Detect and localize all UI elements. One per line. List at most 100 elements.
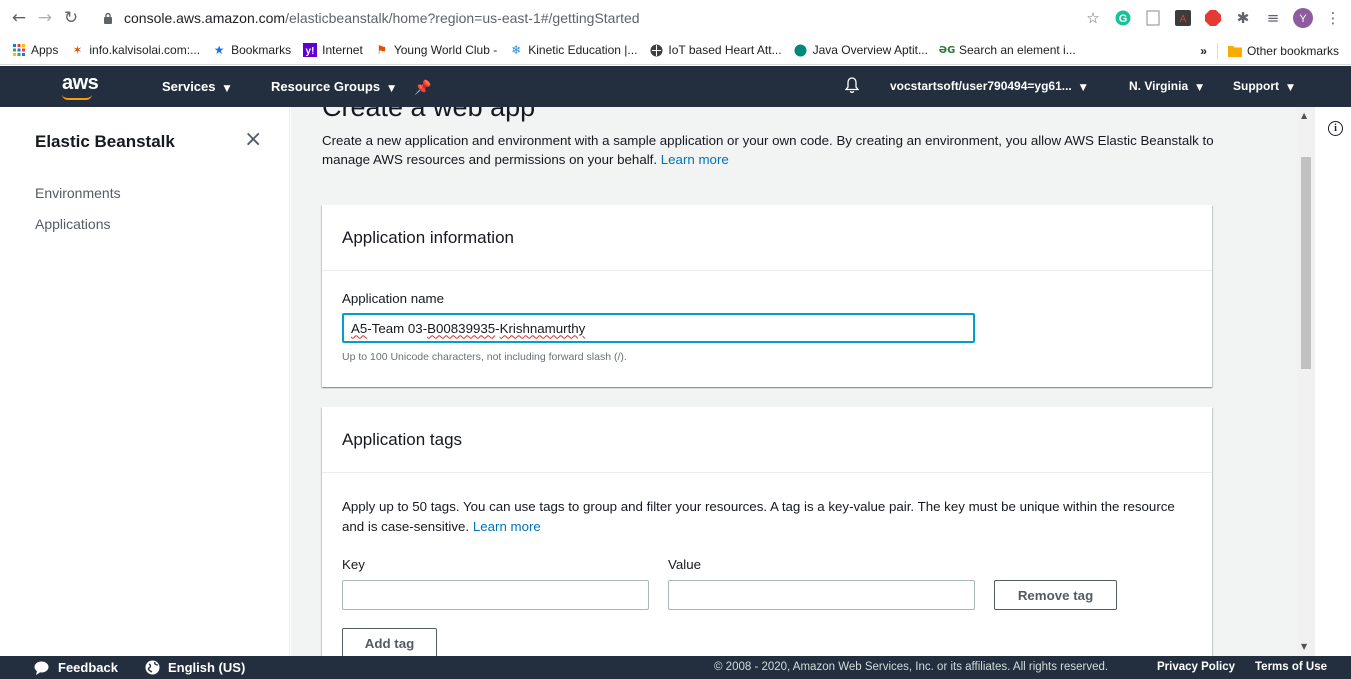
other-bookmarks[interactable]: Other bookmarks [1247,44,1339,58]
tags-description-text: Apply up to 50 tags. You can use tags to… [342,499,1175,534]
support-menu[interactable]: Support ▼ [1233,79,1294,93]
tags-learn-more-link[interactable]: Learn more [473,519,541,534]
info-icon[interactable]: i [1328,121,1343,136]
services-menu[interactable]: Services ▼ [162,79,230,94]
sidebar-title: Elastic Beanstalk [35,132,175,151]
bookmark-apps[interactable]: Apps [12,43,58,57]
reading-list-icon[interactable]: ≡ [1261,6,1285,30]
application-information-panel: Application information Application name… [322,205,1212,387]
sidebar-item-applications[interactable]: Applications [35,216,111,232]
tag-key-input[interactable] [342,580,649,610]
url-path: /elasticbeanstalk/home?region=us-east-1#… [285,10,640,26]
application-name-hint: Up to 100 Unicode characters, not includ… [342,351,627,363]
bookmark-internet[interactable]: y! Internet [303,43,363,57]
close-icon[interactable]: × [244,127,262,152]
main-content: Create a web app Create a new applicatio… [291,107,1297,656]
bookmark-gfg[interactable]: ƏG Search an element i... [938,43,1076,57]
resource-groups-label: Resource Groups [271,79,381,94]
name-part: -Team 03- [367,320,428,336]
apps-grid-icon [12,43,26,57]
grammarly-icon[interactable]: G [1111,6,1135,30]
java-icon [794,43,808,57]
bookmark-label: IoT based Heart Att... [668,43,782,57]
scroll-up-arrow-icon[interactable]: ▲ [1301,111,1307,120]
chevron-down-icon: ▼ [223,84,231,94]
chevron-down-icon: ▼ [1079,83,1087,93]
add-tag-button[interactable]: Add tag [342,628,437,656]
bookmark-bookmarks[interactable]: ★ Bookmarks [212,43,291,57]
adblock-icon[interactable] [1201,6,1225,30]
profile-avatar[interactable]: Y [1291,6,1315,30]
address-bar[interactable]: console.aws.amazon.com/elasticbeanstalk/… [100,5,1100,31]
scroll-down-arrow-icon[interactable]: ▼ [1301,642,1307,651]
ywc-icon: ⚑ [376,43,388,57]
bookmark-label: Java Overview Aptit... [812,43,928,57]
application-name-label: Application name [342,291,445,306]
bookmark-label: Young World Club - [393,43,498,57]
svg-text:y!: y! [306,46,315,57]
reload-icon[interactable]: ↻ [60,7,82,29]
value-label: Value [668,557,702,572]
globe-icon [145,660,160,675]
aws-top-nav: aws Services ▼ Resource Groups ▼ 📌 vocstar… [0,66,1351,107]
language-selector[interactable]: English (US) [145,660,245,675]
tag-value-input[interactable] [668,580,975,610]
sidebar: Elastic Beanstalk × Environments Applica… [0,107,290,656]
svg-text:G: G [1119,13,1128,25]
sidebar-item-environments[interactable]: Environments [35,185,121,201]
bookmark-kalvisolai[interactable]: ✶ info.kalvisolai.com:... [70,43,200,57]
account-menu[interactable]: vocstartsoft/user790494=yg61... ▼ [890,79,1087,93]
account-label: vocstartsoft/user790494=yg61... [890,79,1072,93]
learn-more-link[interactable]: Learn more [661,152,729,167]
region-menu[interactable]: N. Virginia ▼ [1129,79,1203,93]
bookmark-label: Apps [31,43,59,57]
bookmark-label: Search an element i... [958,43,1076,57]
page-title: Create a web app [322,107,536,122]
page-description: Create a new application and environment… [322,131,1222,169]
copyright-text: © 2008 - 2020, Amazon Web Services, Inc.… [714,661,1109,673]
url-host: console.aws.amazon.com [124,10,286,26]
chevron-down-icon: ▼ [1196,83,1204,93]
terms-of-use-link[interactable]: Terms of Use [1255,661,1327,673]
bookmark-java[interactable]: Java Overview Aptit... [794,43,928,57]
bookmark-kinetic[interactable]: ❄ Kinetic Education |... [509,43,637,57]
privacy-policy-link[interactable]: Privacy Policy [1157,661,1235,673]
gfg-icon: ƏG [938,44,956,56]
application-name-input[interactable]: A5 -Team 03- B00839935- Krishnamurthy [342,313,975,343]
extension-page-icon[interactable] [1141,6,1165,30]
bell-icon[interactable] [844,77,860,96]
back-arrow-icon[interactable]: ← [8,7,30,29]
name-part: A5 [351,320,368,336]
browser-toolbar: ← → ↻ console.aws.amazon.com/elasticbean… [0,0,1351,36]
bookmarks-overflow-button[interactable]: » [1200,44,1207,58]
panel-heading: Application information [322,205,1212,271]
forward-arrow-icon[interactable]: → [34,7,56,29]
bookmark-star-icon[interactable]: ☆ [1081,6,1105,30]
speech-bubble-icon [34,661,49,675]
key-label: Key [342,557,365,572]
chevron-down-icon: ▼ [1287,83,1294,93]
language-label: English (US) [168,660,246,675]
bookmark-label: info.kalvisolai.com:... [89,43,201,57]
acrobat-icon[interactable]: A [1171,6,1195,30]
resource-groups-menu[interactable]: Resource Groups ▼ [271,79,395,94]
bookmarks-bar: Apps ✶ info.kalvisolai.com:... ★ Bookmar… [0,36,1351,65]
feedback-link[interactable]: Feedback [34,660,118,675]
name-part: B00839935 [427,320,496,336]
folder-icon [1227,44,1242,58]
aws-logo[interactable]: aws [62,72,99,95]
page-scrollbar[interactable]: ▲ ▼ [1297,107,1315,656]
yahoo-icon: y! [303,43,318,57]
scrollbar-thumb[interactable] [1301,157,1311,369]
bookmark-young-world[interactable]: ⚑ Young World Club - [375,43,497,57]
extensions-puzzle-icon[interactable]: ✱ [1231,6,1255,30]
globe-icon [649,43,663,57]
pin-icon[interactable]: 📌 [414,79,431,96]
bookmark-iot[interactable]: IoT based Heart Att... [649,43,782,57]
bookmark-label: Kinetic Education |... [528,43,638,57]
remove-tag-button[interactable]: Remove tag [994,580,1117,610]
menu-kebab-icon[interactable]: ⋮ [1321,6,1345,30]
description-text: Create a new application and environment… [322,133,1214,167]
blue-star-icon: ★ [213,43,225,57]
panel-heading: Application tags [322,407,1212,473]
